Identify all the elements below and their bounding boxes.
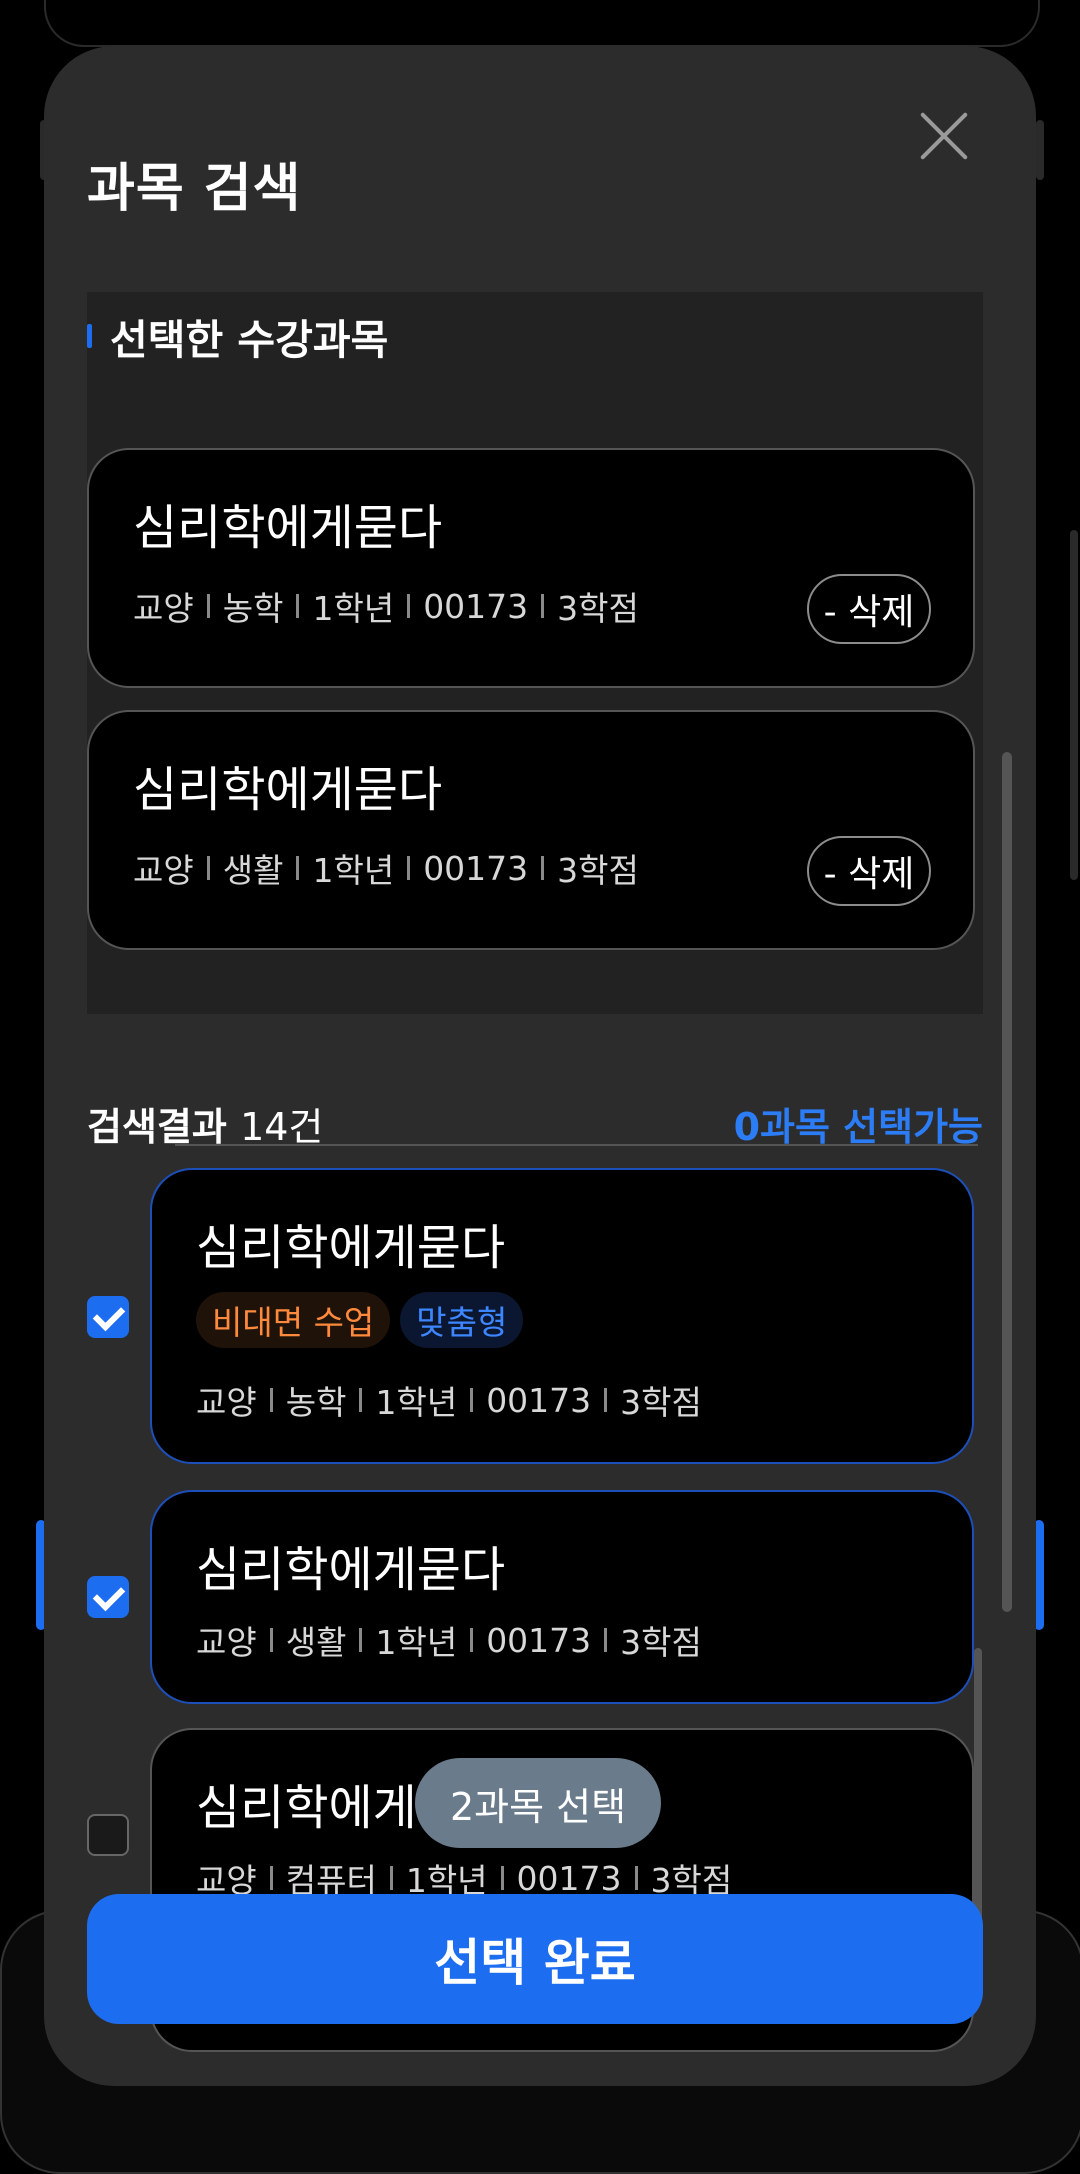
- course-meta: 교양 농학 1학년 00173 3학점: [196, 1376, 702, 1424]
- meta-field: 농학: [285, 1383, 347, 1422]
- meta-grade: 1학년: [375, 1383, 458, 1422]
- course-meta: 교양 생활 1학년 00173 3학점: [133, 844, 639, 892]
- selection-toast: 2과목 선택: [415, 1758, 661, 1848]
- selected-courses-panel: 선택한 수강과목 심리학에게묻다 교양 농학 1학년 00173 3학점 - 삭…: [87, 292, 983, 1014]
- meta-code: 00173: [516, 1858, 622, 1898]
- course-tags: 비대면 수업 맞춤형: [196, 1292, 524, 1348]
- meta-field: 생활: [222, 851, 284, 890]
- scrollbar[interactable]: [1002, 752, 1012, 1612]
- delete-button[interactable]: - 삭제: [807, 836, 931, 906]
- search-result-count: 검색결과 14건: [87, 1096, 323, 1151]
- meta-credits: 3학점: [620, 1623, 702, 1662]
- meta-code: 00173: [486, 1620, 592, 1660]
- course-title: 심리학에게묻다: [133, 762, 443, 818]
- divider: [175, 1144, 978, 1146]
- meta-field: 생활: [285, 1623, 347, 1662]
- section-title: 선택한 수강과목: [110, 316, 389, 364]
- selected-course-card: 심리학에게묻다 교양 생활 1학년 00173 3학점 - 삭제: [87, 710, 975, 950]
- meta-credits: 3학점: [620, 1383, 702, 1422]
- result-course-card[interactable]: 심리학에게묻다 비대면 수업 맞춤형 교양 농학 1학년 00173 3학점: [150, 1168, 974, 1464]
- course-title: 심리학에게묻다: [196, 1542, 506, 1598]
- course-title: 심리학에게묻다: [133, 500, 443, 556]
- tag-online: 비대면 수업: [196, 1292, 391, 1348]
- section-marker: [87, 324, 92, 348]
- background-card: [44, 0, 1040, 47]
- close-icon[interactable]: [914, 106, 974, 166]
- course-checkbox[interactable]: [87, 1296, 129, 1338]
- meta-code: 00173: [423, 586, 529, 626]
- result-label: 검색결과: [87, 1105, 227, 1149]
- meta-field: 농학: [222, 589, 284, 628]
- course-search-sheet: 과목 검색 선택한 수강과목 심리학에게묻다 교양 농학 1학년 00173 3…: [44, 46, 1036, 2086]
- section-header: 선택한 수강과목: [87, 314, 388, 364]
- course-meta: 교양 농학 1학년 00173 3학점: [133, 582, 639, 630]
- course-meta: 교양 생활 1학년 00173 3학점: [196, 1616, 702, 1664]
- background-edge: [1036, 120, 1044, 180]
- meta-credits: 3학점: [557, 589, 639, 628]
- tag-custom: 맞춤형: [400, 1292, 524, 1348]
- result-count: 14건: [240, 1105, 324, 1149]
- meta-category: 교양: [196, 1383, 257, 1422]
- meta-grade: 1학년: [312, 589, 395, 628]
- meta-code: 00173: [423, 848, 529, 888]
- course-title: 심리학에게: [196, 1780, 417, 1836]
- delete-button[interactable]: - 삭제: [807, 574, 931, 644]
- sheet-title: 과목 검색: [87, 159, 302, 219]
- complete-selection-button[interactable]: 선택 완료: [87, 1894, 983, 2024]
- list-scrollbar[interactable]: [974, 1648, 982, 1928]
- meta-category: 교양: [133, 851, 194, 890]
- course-checkbox[interactable]: [87, 1576, 129, 1618]
- meta-category: 교양: [133, 589, 194, 628]
- meta-grade: 1학년: [312, 851, 395, 890]
- selected-course-card: 심리학에게묻다 교양 농학 1학년 00173 3학점 - 삭제: [87, 448, 975, 688]
- available-count: 0과목 선택가능: [733, 1105, 983, 1149]
- meta-credits: 3학점: [557, 851, 639, 890]
- side-scrollbar: [1070, 530, 1078, 880]
- course-title: 심리학에게묻다: [196, 1220, 506, 1276]
- result-course-card[interactable]: 심리학에게묻다 교양 생활 1학년 00173 3학점: [150, 1490, 974, 1704]
- course-checkbox[interactable]: [87, 1814, 129, 1856]
- meta-code: 00173: [486, 1380, 592, 1420]
- meta-category: 교양: [196, 1623, 257, 1662]
- meta-grade: 1학년: [375, 1623, 458, 1662]
